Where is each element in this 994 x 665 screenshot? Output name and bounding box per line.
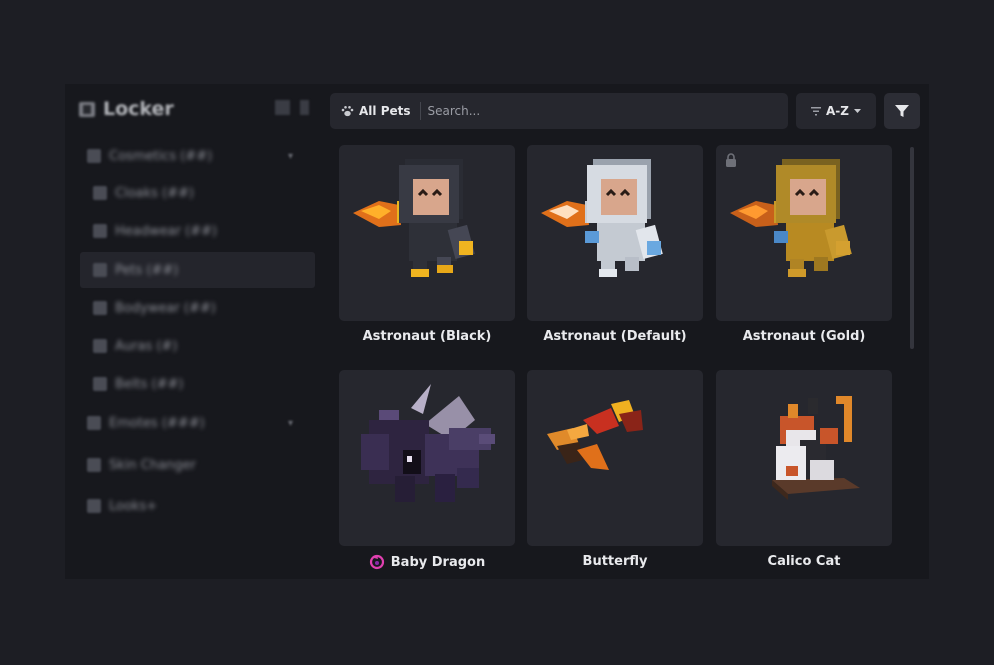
sidebar-item-label: Pets (##): [115, 262, 179, 278]
sidebar-item-skin-changer[interactable]: Skin Changer: [87, 447, 307, 483]
sidebar-title: Locker: [103, 98, 174, 120]
pet-name: Astronaut (Gold): [742, 329, 866, 344]
collapse-icon[interactable]: [300, 100, 309, 115]
sidebar-item-emotes[interactable]: Emotes (###) ▾: [87, 405, 307, 441]
add-icon[interactable]: [275, 100, 290, 115]
paw-icon: [341, 106, 354, 117]
sort-dropdown[interactable]: A-Z: [796, 93, 876, 129]
skin-icon: [87, 458, 101, 472]
sort-label: A-Z: [826, 104, 849, 118]
pet-name: Astronaut (Default): [543, 329, 687, 344]
pet-tile[interactable]: [527, 145, 703, 321]
belt-icon: [93, 377, 107, 391]
astronaut-gold-image: [730, 159, 852, 277]
butterfly-image: [547, 400, 643, 470]
sidebar-item-label: Cosmetics (##): [109, 148, 213, 164]
pet-tile[interactable]: [716, 370, 892, 546]
pet-name: Astronaut (Black): [362, 329, 492, 344]
pet-tile[interactable]: [716, 145, 892, 321]
aura-icon: [93, 339, 107, 353]
sidebar-item-label: Looks+: [109, 498, 158, 514]
sidebar-item-label: Auras (#): [115, 338, 178, 354]
sidebar-item-cosmetics[interactable]: Cosmetics (##) ▾: [87, 138, 307, 174]
pet-tile[interactable]: [527, 370, 703, 546]
sidebar-item-label: Skin Changer: [109, 457, 196, 473]
hat-icon: [93, 224, 107, 238]
paw-icon: [93, 263, 107, 277]
pet-card[interactable]: Astronaut (Black): [339, 145, 515, 344]
cloak-icon: [93, 186, 107, 200]
chevron-down-icon: ▾: [287, 150, 293, 162]
sidebar-item-looks[interactable]: Looks+: [87, 488, 307, 524]
dragon-badge-icon: [369, 554, 384, 570]
pet-card[interactable]: Butterfly: [527, 370, 703, 569]
scrollbar[interactable]: [910, 147, 914, 349]
search-bar: All Pets: [330, 93, 788, 129]
emote-icon: [87, 416, 101, 430]
category-chip-label: All Pets: [359, 104, 411, 118]
astronaut-default-image: [541, 159, 663, 277]
pet-name: Baby Dragon: [333, 554, 521, 570]
locker-title: Locker: [77, 96, 174, 122]
pet-card[interactable]: Astronaut (Gold): [716, 145, 892, 344]
baby-dragon-image: [361, 384, 495, 502]
sidebar-item-bodywear[interactable]: Bodywear (##): [93, 290, 293, 326]
pet-tile[interactable]: [339, 145, 515, 321]
sidebar-item-label: Emotes (###): [109, 415, 205, 431]
sidebar-item-pets[interactable]: Pets (##): [80, 252, 315, 288]
sidebar-item-cloaks[interactable]: Cloaks (##): [93, 175, 293, 211]
calico-cat-image: [772, 396, 860, 500]
pet-card[interactable]: Baby Dragon: [339, 370, 515, 570]
category-chip[interactable]: All Pets: [330, 93, 420, 129]
chevron-down-icon: [853, 108, 861, 113]
sidebar-item-label: Belts (##): [115, 376, 184, 392]
sidebar-item-belts[interactable]: Belts (##): [93, 366, 293, 402]
search-input[interactable]: [420, 103, 770, 119]
sort-lines-icon: [811, 106, 822, 115]
astronaut-black-image: [353, 159, 475, 277]
shirt-icon: [87, 149, 101, 163]
filter-button[interactable]: [884, 93, 920, 129]
pet-card[interactable]: Astronaut (Default): [527, 145, 703, 344]
locker-window: Locker Cosmetics (##) ▾ Cloaks (##) Head…: [65, 84, 929, 579]
sidebar: Locker Cosmetics (##) ▾ Cloaks (##) Head…: [65, 84, 327, 579]
glasses-icon: [93, 301, 107, 315]
sidebar-item-label: Cloaks (##): [115, 185, 194, 201]
sidebar-item-headwear[interactable]: Headwear (##): [93, 213, 293, 249]
sidebar-item-auras[interactable]: Auras (#): [93, 328, 293, 364]
pet-tile[interactable]: [339, 370, 515, 546]
pet-name: Calico Cat: [767, 554, 841, 569]
chevron-down-icon: ▾: [287, 417, 293, 429]
sidebar-item-label: Bodywear (##): [115, 300, 216, 316]
pet-name: Butterfly: [582, 554, 648, 569]
looks-icon: [87, 499, 101, 513]
locker-logo-icon: [79, 102, 95, 117]
sidebar-item-label: Headwear (##): [115, 223, 217, 239]
pet-card[interactable]: Calico Cat: [716, 370, 892, 569]
filter-icon: [895, 105, 909, 117]
